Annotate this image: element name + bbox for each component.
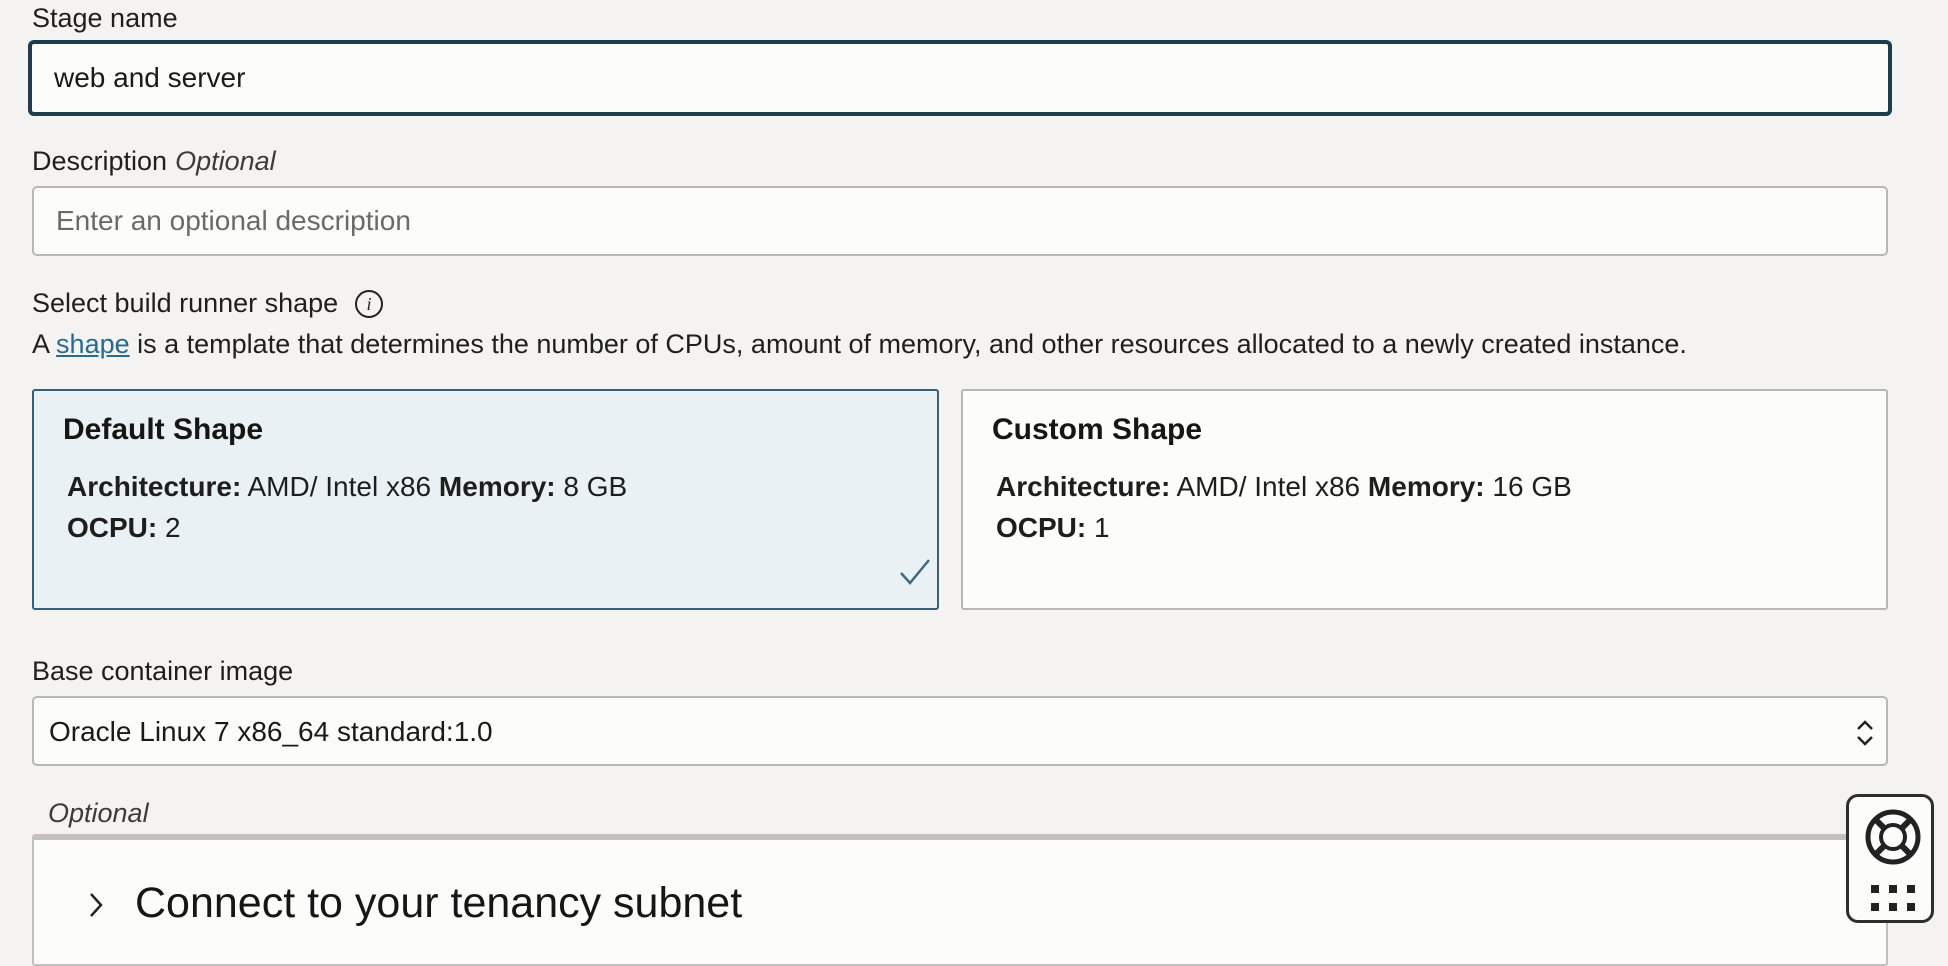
base-image-select[interactable]: Oracle Linux 7 x86_64 standard:1.0 xyxy=(32,696,1888,766)
chevron-right-icon[interactable] xyxy=(86,890,106,920)
base-image-value: Oracle Linux 7 x86_64 standard:1.0 xyxy=(49,716,493,747)
svg-text:i: i xyxy=(367,294,372,314)
default-mem-label: Memory: xyxy=(438,471,556,502)
info-icon[interactable]: i xyxy=(354,289,384,319)
default-arch-value: AMD/ Intel x86 xyxy=(247,471,432,502)
base-image-label: Base container image xyxy=(32,656,294,686)
checkmark-icon xyxy=(898,555,932,589)
custom-ocpu-value: 1 xyxy=(1094,512,1110,543)
custom-arch-value: AMD/ Intel x86 xyxy=(1176,471,1361,502)
default-mem-value: 8 GB xyxy=(563,471,628,502)
default-shape-ocpu: OCPU: 2 xyxy=(67,512,181,544)
shape-help-prefix: A xyxy=(32,329,49,359)
custom-shape-ocpu: OCPU: 1 xyxy=(996,512,1110,544)
custom-ocpu-label: OCPU: xyxy=(996,512,1087,543)
default-shape-specs: Architecture: AMD/ Intel x86 Memory: 8 G… xyxy=(67,471,627,503)
default-shape-title: Default Shape xyxy=(63,413,264,446)
stage-name-input[interactable] xyxy=(29,41,1891,115)
default-ocpu-label: OCPU: xyxy=(67,512,158,543)
description-label: Description xyxy=(32,146,168,176)
description-input[interactable] xyxy=(32,186,1888,256)
description-label-row: Description Optional xyxy=(32,146,276,177)
default-shape-card[interactable]: Default Shape Architecture: AMD/ Intel x… xyxy=(32,389,939,610)
custom-shape-title: Custom Shape xyxy=(992,413,1203,446)
shape-help-text: A shape is a template that determines th… xyxy=(32,329,1687,360)
custom-shape-card[interactable]: Custom Shape Architecture: AMD/ Intel x8… xyxy=(961,389,1888,610)
help-widget[interactable] xyxy=(1846,794,1934,923)
lifebuoy-icon[interactable] xyxy=(1863,807,1923,867)
stage-name-label: Stage name xyxy=(32,3,178,33)
shape-heading: Select build runner shape xyxy=(32,288,339,318)
subnet-section[interactable]: Connect to your tenancy subnet xyxy=(32,834,1888,966)
subnet-section-title[interactable]: Connect to your tenancy subnet xyxy=(135,879,742,928)
shape-help-link[interactable]: shape xyxy=(56,329,130,359)
shape-heading-row: Select build runner shape i xyxy=(32,288,384,319)
custom-shape-specs: Architecture: AMD/ Intel x86 Memory: 16 … xyxy=(996,471,1572,503)
chevron-up-down-icon xyxy=(1854,716,1876,750)
description-optional-tag: Optional xyxy=(175,146,276,176)
custom-arch-label: Architecture: xyxy=(996,471,1171,502)
shape-help-suffix: is a template that determines the number… xyxy=(137,329,1687,359)
custom-mem-label: Memory: xyxy=(1367,471,1485,502)
default-ocpu-value: 2 xyxy=(165,512,181,543)
subnet-optional-tag: Optional xyxy=(48,798,149,828)
grid-dots-icon[interactable] xyxy=(1869,883,1917,915)
default-arch-label: Architecture: xyxy=(67,471,242,502)
custom-mem-value: 16 GB xyxy=(1492,471,1572,502)
